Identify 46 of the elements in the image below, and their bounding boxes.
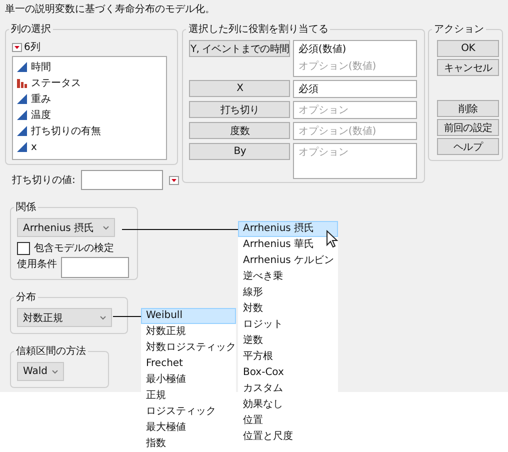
triangle-icon — [17, 62, 27, 72]
menu-item[interactable]: Weibull — [141, 308, 236, 324]
column-count: 6列 — [24, 41, 40, 54]
caret-icon — [52, 370, 58, 374]
condition-label: 使用条件 — [17, 258, 57, 272]
distribution-dropdown[interactable]: 対数正規 — [17, 308, 112, 327]
caret-icon — [103, 226, 109, 230]
caret-icon — [100, 316, 106, 320]
cursor-icon — [326, 230, 338, 248]
censor-value-label: 打ち切りの値: — [12, 174, 76, 187]
ci-method-dropdown[interactable]: Wald — [17, 362, 64, 381]
role-button[interactable]: By — [189, 143, 290, 160]
checkbox-label: 包含モデルの検定 — [34, 242, 114, 255]
role-field[interactable]: 必須 — [293, 80, 418, 98]
checkbox[interactable] — [17, 242, 30, 254]
column-item[interactable]: 時間 — [17, 59, 162, 75]
relation-dropdown[interactable]: Arrhenius 摂氏 — [17, 218, 115, 237]
panel-title: 関係 — [15, 201, 37, 214]
panel-title: 列の選択 — [10, 23, 52, 36]
role-button[interactable]: Y, イベントまでの時間 — [189, 40, 290, 57]
leader-line — [113, 316, 141, 317]
dialog-title: 単一の説明変数に基づく寿命分布のモデル化。 — [5, 2, 216, 17]
menu-item[interactable]: Arrhenius 摂氏 — [238, 221, 338, 237]
dropdown-icon[interactable] — [12, 42, 22, 52]
role-button[interactable]: 打ち切り — [189, 101, 290, 118]
panel-title: 分布 — [15, 291, 37, 304]
bar-chart-icon — [17, 78, 27, 88]
role-button[interactable]: X — [189, 80, 290, 97]
action-button[interactable]: OK — [437, 40, 500, 57]
panel-title: アクション — [433, 23, 486, 36]
column-item[interactable]: ステータス — [17, 75, 162, 91]
role-field[interactable]: 必須(数値) オプション(数値) — [293, 40, 418, 77]
condition-field[interactable] — [61, 257, 129, 278]
column-item[interactable]: 打ち切りの有無 — [17, 123, 162, 139]
role-button[interactable]: 度数 — [189, 122, 290, 139]
action-button[interactable]: キャンセル — [437, 59, 500, 76]
column-item[interactable]: 温度 — [17, 107, 162, 123]
column-item[interactable]: 重み — [17, 91, 162, 107]
action-button[interactable]: 前回の設定 — [437, 119, 500, 136]
panel-title: 選択した列に役割を割り当てる — [187, 22, 330, 36]
panel-title: 信頼区間の方法 — [15, 344, 87, 358]
action-button[interactable]: ヘルプ — [437, 138, 500, 155]
censor-value-field[interactable] — [81, 170, 164, 190]
column-item[interactable]: x — [17, 139, 162, 155]
action-button[interactable]: 削除 — [437, 100, 500, 117]
dropdown-icon[interactable] — [169, 176, 180, 184]
